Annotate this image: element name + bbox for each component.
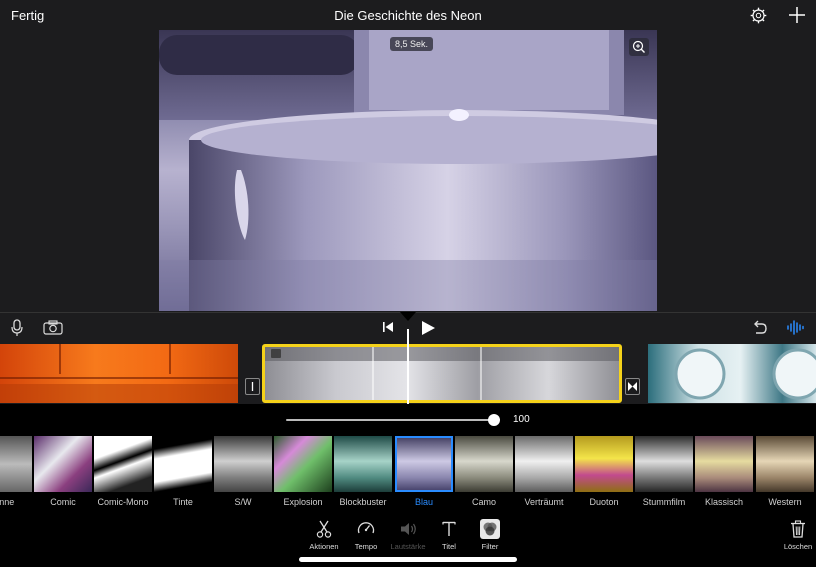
filter-intensity-track[interactable]	[286, 419, 494, 421]
filter-thumbnail	[695, 436, 753, 492]
transition-none-icon	[251, 382, 254, 391]
filter-item-comic[interactable]: Comic	[34, 436, 92, 507]
clip-thumbnail	[0, 344, 238, 403]
filter-item-blockbuster[interactable]: Blockbuster	[334, 436, 392, 507]
filter-thumbnail	[154, 436, 212, 492]
filter-thumbnail	[334, 436, 392, 492]
preview-image	[159, 30, 657, 311]
filter-label: Tinte	[173, 497, 193, 507]
transition-button-left[interactable]	[245, 378, 260, 395]
filter-item-camo[interactable]: Camo	[455, 436, 513, 507]
camera-icon[interactable]	[43, 320, 63, 335]
filter-label: Comic	[50, 497, 76, 507]
filter-thumbnail	[635, 436, 693, 492]
filter-item-vertraeumt[interactable]: Verträumt	[515, 436, 573, 507]
filter-label: Western	[768, 497, 802, 507]
filter-label: Verträumt	[524, 497, 564, 507]
actions-label: Aktionen	[309, 542, 339, 551]
filter-item-comic-mono[interactable]: Comic-Mono	[94, 436, 152, 507]
filter-item-klassisch[interactable]: Klassisch	[695, 436, 753, 507]
scissors-icon	[316, 520, 332, 538]
speed-label: Tempo	[354, 542, 378, 551]
filter-label: Stummfilm	[642, 497, 686, 507]
filter-thumbnail	[756, 436, 814, 492]
microphone-icon[interactable]	[10, 319, 24, 337]
filter-label: Duoton	[589, 497, 619, 507]
filter-label: Klassisch	[704, 497, 743, 507]
zoom-button[interactable]	[629, 38, 649, 56]
filter-label: Comic-Mono	[97, 497, 149, 507]
undo-icon[interactable]	[751, 320, 768, 335]
transition-button-right[interactable]	[625, 378, 640, 395]
speed-button[interactable]: Tempo	[342, 519, 390, 551]
filter-label: ...nne	[0, 497, 15, 507]
filter-intensity-knob[interactable]	[488, 414, 500, 426]
filter-item-blau[interactable]: Blau	[395, 436, 453, 507]
title-text-icon	[442, 521, 456, 536]
add-media-icon[interactable]	[788, 6, 806, 24]
filter-item-unknown[interactable]: ...nne	[0, 436, 32, 507]
filter-item-tinte[interactable]: Tinte	[154, 436, 212, 507]
audio-waveform-icon[interactable]	[786, 319, 806, 336]
home-indicator[interactable]	[299, 557, 517, 562]
timeline-clip-previous[interactable]	[0, 344, 238, 403]
zoom-in-icon	[632, 40, 645, 53]
transition-cross-icon	[628, 382, 637, 391]
filter-thumbnail	[34, 436, 92, 492]
filter-thumbnail	[0, 436, 32, 492]
filter-thumbnail	[214, 436, 272, 492]
filters-label: Filter	[481, 542, 499, 551]
delete-button[interactable]: Löschen	[774, 519, 816, 551]
speaker-icon	[401, 523, 416, 535]
filter-item-duoton[interactable]: Duoton	[575, 436, 633, 507]
filter-thumbnail	[455, 436, 513, 492]
filter-thumbnail	[274, 436, 332, 492]
project-title: Die Geschichte des Neon	[334, 8, 482, 23]
filter-label: Blockbuster	[339, 497, 387, 507]
gear-icon[interactable]	[750, 7, 767, 24]
filter-circles-icon	[480, 519, 500, 539]
trash-icon	[791, 520, 805, 538]
playhead-marker	[400, 312, 416, 321]
play-icon[interactable]	[421, 320, 436, 336]
timeline-clip-next[interactable]	[648, 344, 816, 403]
clip-thumbnail	[674, 348, 816, 400]
timeline-clip-selected[interactable]	[262, 344, 622, 403]
actions-button[interactable]: Aktionen	[300, 519, 348, 551]
filter-thumbnail	[515, 436, 573, 492]
filters-button[interactable]: Filter	[466, 519, 514, 551]
filter-item-sw[interactable]: S/W	[214, 436, 272, 507]
filter-label: Blau	[414, 497, 433, 507]
clip-thumbnail	[265, 347, 619, 400]
filter-label: S/W	[234, 497, 252, 507]
filter-intensity-value: 100	[513, 414, 530, 425]
filter-thumbnail	[575, 436, 633, 492]
speedometer-icon	[357, 522, 375, 534]
filter-thumbnail	[94, 436, 152, 492]
skip-to-start-icon[interactable]	[382, 321, 394, 333]
filter-label: Camo	[471, 497, 496, 507]
filter-label: Explosion	[283, 497, 323, 507]
filter-item-explosion[interactable]: Explosion	[274, 436, 332, 507]
top-bar: Fertig Die Geschichte des Neon	[0, 0, 816, 30]
video-preview[interactable]	[159, 30, 657, 311]
filter-item-stummfilm[interactable]: Stummfilm	[635, 436, 693, 507]
delete-label: Löschen	[783, 542, 813, 551]
filter-thumbnail	[395, 436, 453, 492]
playhead[interactable]	[407, 329, 409, 405]
filter-item-western[interactable]: Western	[756, 436, 814, 507]
duration-badge: 8,5 Sek.	[390, 37, 434, 51]
